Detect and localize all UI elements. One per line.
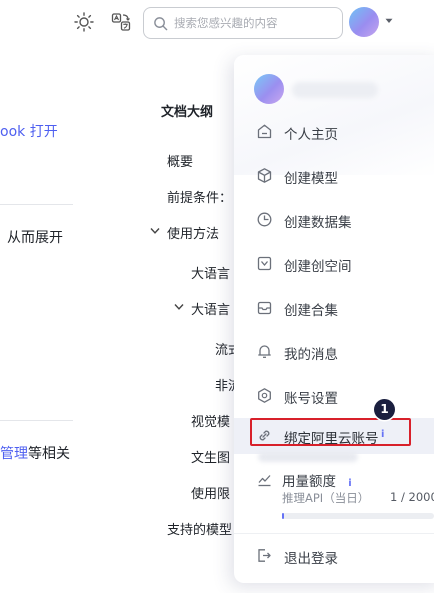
menu-item-label: 创建模型 [284,171,338,187]
usage-quota-title: 用量额度 [282,474,336,490]
outline-title: 文档大纲 [161,105,214,120]
article-text: 等相关 [28,446,70,462]
article-text-line-1: ook 打开 [0,121,58,141]
step-number-badge: 1 [374,399,395,420]
usage-count: 1 / 2000 [390,490,434,504]
menu-item-label: 创建创空间 [284,259,352,275]
logout-button[interactable]: 退出登录 [234,538,434,574]
chevron-down-icon[interactable] [385,18,393,24]
outline-item[interactable]: 支持的模型 [167,519,232,538]
chevron-down-icon[interactable] [150,227,160,235]
outline-item[interactable]: 文生图 [191,447,230,466]
cube-icon [256,167,273,184]
avatar [254,74,284,104]
menu-item-account-settings[interactable]: 账号设置 [234,378,434,414]
menu-item-messages[interactable]: 我的消息 [234,334,434,370]
logout-label: 退出登录 [284,551,338,567]
menu-item-label: 个人主页 [284,127,338,143]
outline-item[interactable]: 大语言 [191,299,230,318]
menu-item-label: 账号设置 [284,391,338,407]
menu-item-profile[interactable]: 个人主页 [234,114,434,150]
article-link[interactable]: ook 打开 [0,124,58,140]
top-bar [0,0,434,50]
home-icon [256,123,273,140]
menu-item-create-dataset[interactable]: 创建数据集 [234,202,434,238]
info-icon[interactable]: i [348,478,351,489]
chevron-down-icon[interactable] [174,303,184,311]
search-icon [154,17,168,31]
language-switch-icon[interactable] [110,11,132,33]
user-avatar[interactable] [349,7,379,37]
usage-progress-bar [282,513,434,519]
usage-sub-label: 推理API（当日） [282,491,370,505]
article-divider [0,204,73,205]
redacted-text [258,452,358,462]
outline-item[interactable]: 视觉模 [191,411,230,430]
divider [234,533,434,534]
settings-icon [256,387,273,404]
usage-quota-label: 用量额度 i [282,470,352,490]
menu-item-create-collection[interactable]: 创建合集 [234,290,434,326]
theme-toggle-sun-icon[interactable] [73,11,95,33]
annotation-highlight-box [250,418,411,446]
logout-icon [256,547,273,564]
usage-progress-fill [282,513,285,519]
space-icon [256,255,273,272]
menu-item-create-model[interactable]: 创建模型 [234,158,434,194]
article-link[interactable]: 管理 [0,446,28,462]
search-input[interactable] [174,14,336,32]
menu-item-label: 创建数据集 [284,215,352,231]
collection-icon [256,299,273,316]
usage-chart-icon [258,475,271,487]
outline-item[interactable]: 使用限 [191,483,230,502]
outline-item[interactable]: 前提条件： [167,187,232,206]
article-divider [0,420,73,421]
outline-item[interactable]: 大语言 [191,263,230,282]
outline-item[interactable]: 使用方法 [167,223,219,242]
menu-item-create-space[interactable]: 创建创空间 [234,246,434,282]
search-box[interactable] [143,7,343,39]
username-redacted [292,82,378,98]
pie-chart-icon [256,211,273,228]
article-text-line-2: 从而展开 [7,230,63,246]
article-text-line-3: 管理等相关 [0,443,70,463]
outline-item[interactable]: 概要 [167,151,193,170]
menu-item-label: 我的消息 [284,347,338,363]
bell-icon [256,343,273,360]
menu-item-label: 创建合集 [284,303,338,319]
